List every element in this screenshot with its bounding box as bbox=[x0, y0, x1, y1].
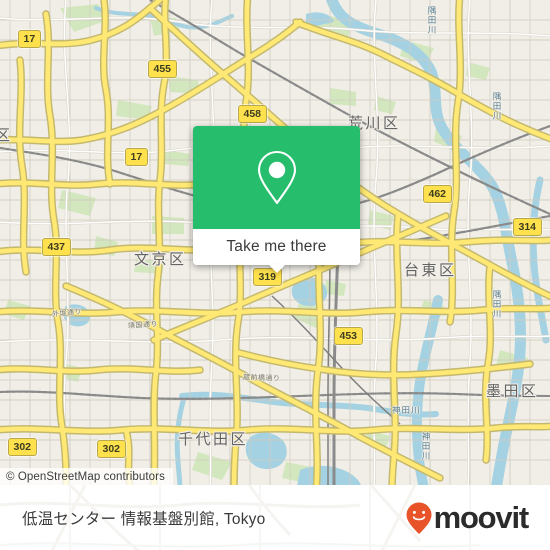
place-title: 低温センター 情報基盤別館, Tokyo bbox=[22, 510, 266, 528]
popup-pointer-tail bbox=[267, 264, 286, 273]
popup-image-panel bbox=[193, 126, 360, 229]
moovit-smiley-pin-icon bbox=[406, 502, 432, 534]
map-attribution: © OpenStreetMap contributors bbox=[0, 468, 173, 485]
attribution-text: © OpenStreetMap contributors bbox=[6, 470, 165, 483]
take-me-there-label: Take me there bbox=[226, 238, 327, 255]
take-me-there-button[interactable]: Take me there bbox=[193, 229, 360, 265]
map-viewport[interactable]: .w { fill:#a5d2e2; } .wl { stroke:#a5d2e… bbox=[0, 0, 550, 485]
footer-bar: 低温センター 情報基盤別館, Tokyo moovit bbox=[0, 485, 550, 550]
map-pin-icon bbox=[257, 150, 296, 204]
moovit-map-screenshot: .w { fill:#a5d2e2; } .wl { stroke:#a5d2e… bbox=[0, 0, 550, 550]
moovit-logo[interactable]: moovit bbox=[404, 500, 530, 535]
moovit-wordmark: moovit bbox=[433, 500, 530, 535]
location-popup-card[interactable]: Take me there bbox=[193, 126, 360, 273]
